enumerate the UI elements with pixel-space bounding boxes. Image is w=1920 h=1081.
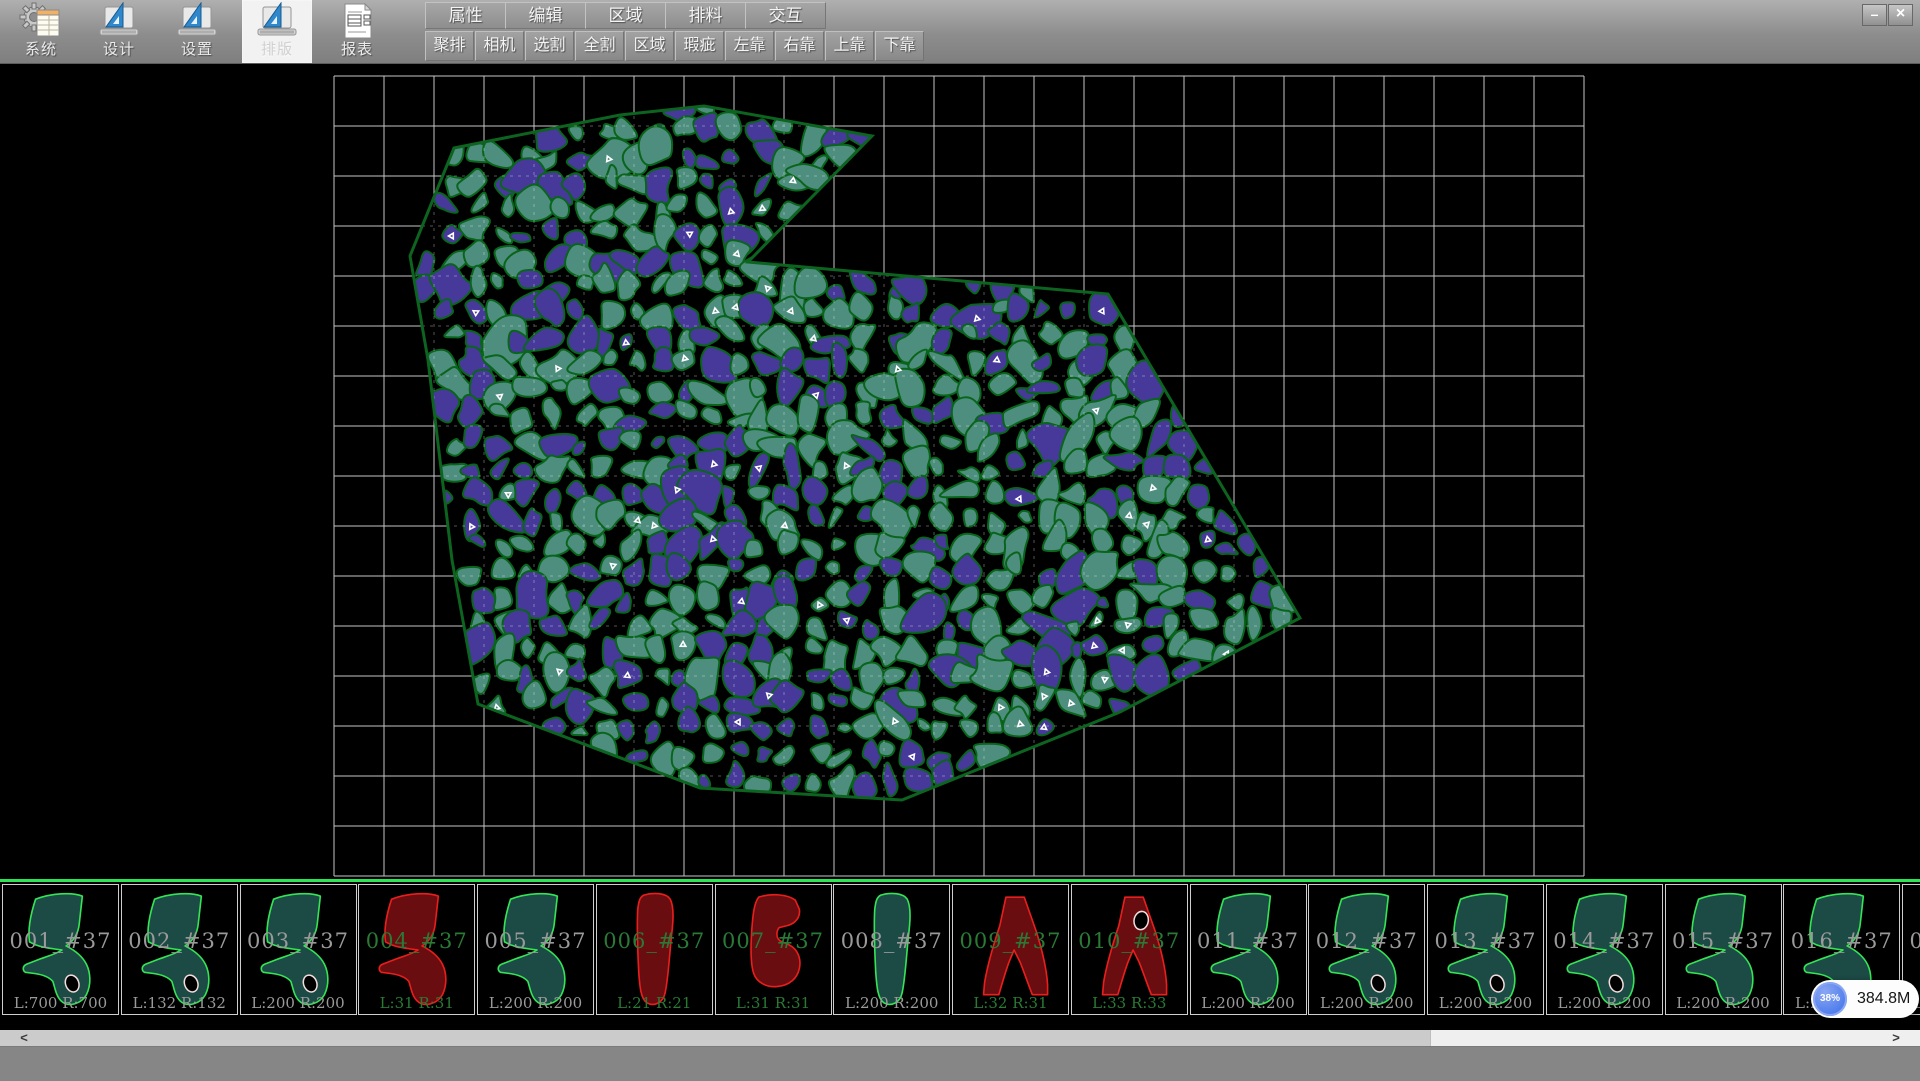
bottom-filler-bar	[0, 1046, 1920, 1081]
part-info: L:32 R:31	[953, 994, 1068, 1012]
menu-tab-4[interactable]: 排料	[665, 2, 746, 29]
part-info: L:132 R:132	[122, 994, 237, 1012]
part-info: L:33 R:33	[1072, 994, 1187, 1012]
part-name: 014_#37	[1547, 929, 1662, 953]
part-thumbnail-014_#37[interactable]: 014_#37 L:200 R:200	[1546, 884, 1663, 1015]
part-name: 013_#37	[1428, 929, 1543, 953]
horizontal-scrollbar[interactable]: < >	[0, 1030, 1920, 1046]
part-thumbnail-008_#37[interactable]: 008_#37 L:200 R:200	[833, 884, 950, 1015]
part-name: 007_#37	[716, 929, 831, 953]
main-toolbar: 系统 设计 设置 排版	[0, 0, 1920, 64]
part-name: 004_#37	[359, 929, 474, 953]
part-thumbnail-003_#37[interactable]: 003_#37 L:200 R:200	[240, 884, 357, 1015]
part-info: L:200 R:200	[1547, 994, 1662, 1012]
tool-button-8[interactable]: 右靠	[775, 31, 824, 61]
part-thumbnail-009_#37[interactable]: 009_#37 L:32 R:31	[952, 884, 1069, 1015]
part-thumbnail-013_#37[interactable]: 013_#37 L:200 R:200	[1427, 884, 1544, 1015]
part-name: 005_#37	[478, 929, 593, 953]
tool-button-4[interactable]: 全割	[575, 31, 624, 61]
part-name: 015_#37	[1666, 929, 1781, 953]
strip-accent-line	[0, 879, 1920, 882]
mode-button-label: 系统	[6, 40, 76, 60]
part-info: L:200 R:200	[478, 994, 593, 1012]
report-icon	[335, 2, 379, 40]
part-info: L:200 R:200	[1191, 994, 1306, 1012]
part-name: 008_#37	[834, 929, 949, 953]
menu-tab-3[interactable]: 区域	[585, 2, 666, 29]
part-info: L:200 R:200	[834, 994, 949, 1012]
part-name: 002_#37	[122, 929, 237, 953]
part-info: L:200 R:200	[1309, 994, 1424, 1012]
part-info: L:200 R:200	[1666, 994, 1781, 1012]
scrollbar-thumb[interactable]	[48, 1030, 1431, 1046]
part-thumbnail-002_#37[interactable]: 002_#37 L:132 R:132	[121, 884, 238, 1015]
minimize-button[interactable]: –	[1862, 4, 1887, 26]
tool-button-9[interactable]: 上靠	[825, 31, 874, 61]
part-thumbnail-007_#37[interactable]: 007_#37 L:31 R:31	[715, 884, 832, 1015]
tool-button-3[interactable]: 选割	[525, 31, 574, 61]
mode-button-settings[interactable]: 设置	[162, 0, 232, 63]
part-thumbnail-005_#37[interactable]: 005_#37 L:200 R:200	[477, 884, 594, 1015]
close-button[interactable]: ×	[1888, 4, 1913, 26]
progress-circle: 38%	[1813, 982, 1847, 1016]
mode-button-label: 设计	[84, 40, 154, 60]
ruler-laptop-icon	[255, 2, 299, 40]
menu-tab-5[interactable]: 交互	[745, 2, 826, 29]
part-thumbnail-001_#37[interactable]: 001_#37 L:700 R:700	[2, 884, 119, 1015]
part-info: L:700 R:700	[3, 994, 118, 1012]
part-thumbnail-004_#37[interactable]: 004_#37 L:31 R:31	[358, 884, 475, 1015]
menu-tab-2[interactable]: 编辑	[505, 2, 586, 29]
canvas-svg	[0, 63, 1920, 880]
part-info: L:31 R:31	[359, 994, 474, 1012]
mode-button-layout[interactable]: 排版	[242, 0, 312, 63]
part-thumbnail-015_#37[interactable]: 015_#37 L:200 R:200	[1665, 884, 1782, 1015]
part-thumbnail-011_#37[interactable]: 011_#37 L:200 R:200	[1190, 884, 1307, 1015]
tool-button-2[interactable]: 相机	[475, 31, 524, 61]
mode-button-system[interactable]: 系统	[6, 0, 76, 63]
part-name: 001_#37	[3, 929, 118, 953]
part-name: 012_#37	[1309, 929, 1424, 953]
menu-tab-1[interactable]: 属性	[425, 2, 506, 29]
scroll-left-button[interactable]: <	[0, 1030, 48, 1046]
part-name: 010_#37	[1072, 929, 1187, 953]
tool-button-5[interactable]: 区域	[625, 31, 674, 61]
part-thumbnail-012_#37[interactable]: 012_#37 L:200 R:200	[1308, 884, 1425, 1015]
part-name: 016_#37	[1784, 929, 1899, 953]
mode-button-design[interactable]: 设计	[84, 0, 154, 63]
parts-strip: 001_#37 L:700 R:700 002_#37 L:132 R:132 …	[0, 879, 1920, 1030]
tool-button-6[interactable]: 瑕疵	[675, 31, 724, 61]
mode-button-label: 设置	[162, 40, 232, 60]
tool-button-10[interactable]: 下靠	[875, 31, 924, 61]
mode-button-label: 排版	[242, 40, 312, 60]
memory-label: 384.8M	[1857, 980, 1910, 1018]
part-name: 017_#37	[1903, 929, 1920, 953]
gear-sheet-icon	[19, 2, 63, 40]
part-info: L:21 R:21	[597, 994, 712, 1012]
part-info: L:200 R:200	[241, 994, 356, 1012]
nesting-canvas[interactable]	[0, 63, 1920, 880]
ruler-laptop-icon	[97, 2, 141, 40]
part-info: L:31 R:31	[716, 994, 831, 1012]
scroll-right-button[interactable]: >	[1872, 1030, 1920, 1046]
part-thumbnail-006_#37[interactable]: 006_#37 L:21 R:21	[596, 884, 713, 1015]
part-name: 009_#37	[953, 929, 1068, 953]
tool-button-7[interactable]: 左靠	[725, 31, 774, 61]
ruler-laptop-icon	[175, 2, 219, 40]
tool-button-1[interactable]: 聚排	[425, 31, 474, 61]
part-name: 003_#37	[241, 929, 356, 953]
mode-button-report[interactable]: 报表	[322, 0, 392, 63]
part-thumbnail-010_#37[interactable]: 010_#37 L:33 R:33	[1071, 884, 1188, 1015]
status-overlay-badge[interactable]: 38% 384.8M	[1811, 980, 1919, 1018]
part-info: L:200 R:200	[1428, 994, 1543, 1012]
part-name: 006_#37	[597, 929, 712, 953]
mode-button-label: 报表	[322, 40, 392, 60]
part-name: 011_#37	[1191, 929, 1306, 953]
